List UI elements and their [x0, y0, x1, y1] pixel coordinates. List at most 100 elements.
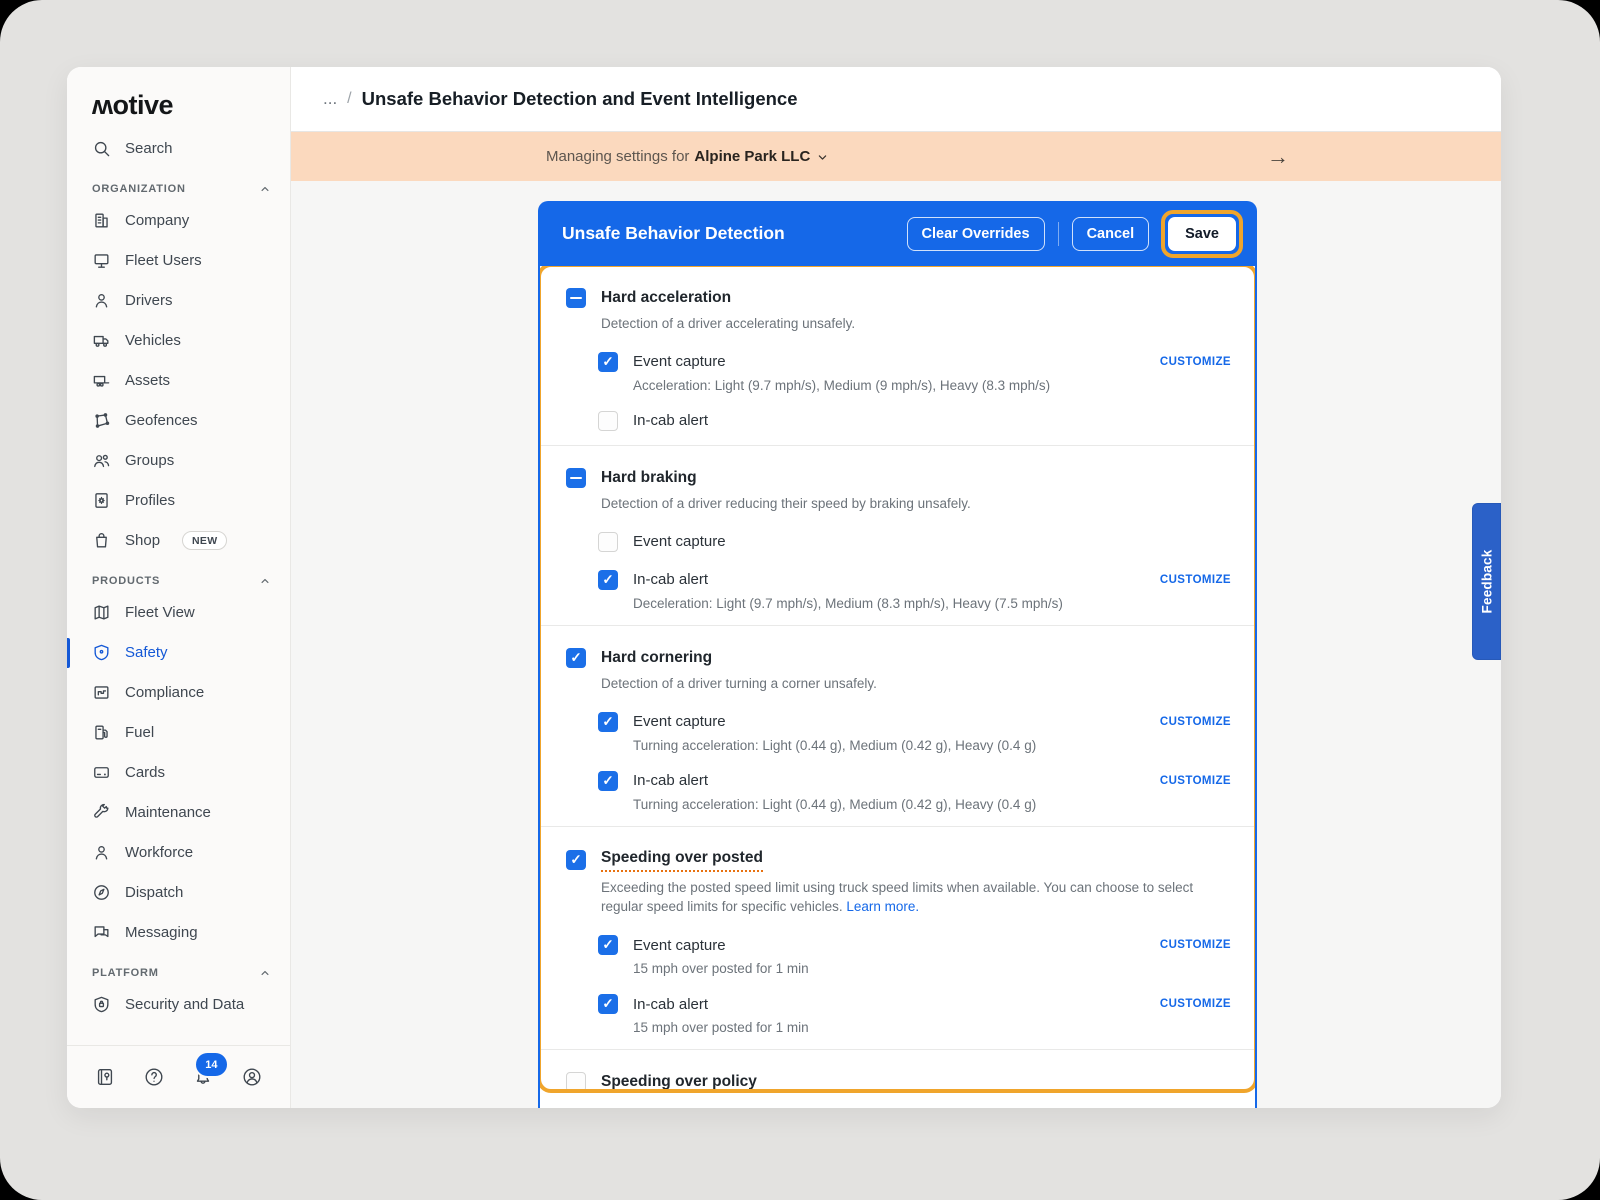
sidebar-item-geofences[interactable]: Geofences	[67, 401, 290, 441]
item-detail: 15 mph over posted for 1 min	[633, 961, 1231, 976]
item-label: In-cab alert	[633, 412, 708, 429]
section-title: Hard acceleration	[601, 289, 731, 307]
clear-overrides-button[interactable]: Clear Overrides	[907, 217, 1045, 251]
section-header-label: PRODUCTS	[92, 575, 160, 587]
setting-section-hard-braking: Hard braking Detection of a driver reduci…	[540, 446, 1255, 626]
learn-more-link[interactable]: Learn more.	[846, 899, 919, 914]
section-description: Exceeding the posted speed limit using t…	[601, 878, 1223, 918]
setting-item-in-cab-alert: In-cab alertCUSTOMIZEDeceleration: Light…	[598, 570, 1231, 611]
feedback-tab[interactable]: Feedback	[1472, 503, 1501, 660]
sidebar-item-label: Messaging	[125, 924, 198, 941]
panel-body: Hard acceleration Detection of a driver a…	[538, 266, 1257, 1108]
checkbox-checked[interactable]	[598, 570, 618, 590]
checkbox-unchecked[interactable]	[566, 1072, 586, 1092]
sidebar-section-products[interactable]: PRODUCTS	[67, 561, 290, 593]
sidebar-item-compliance[interactable]: Compliance	[67, 673, 290, 713]
new-badge: NEW	[182, 531, 227, 550]
checkbox-unchecked[interactable]	[598, 411, 618, 431]
sidebar-item-fleet-users[interactable]: Fleet Users	[67, 241, 290, 281]
sidebar-item-label: Assets	[125, 372, 170, 389]
settings-sections: Hard acceleration Detection of a driver a…	[540, 266, 1255, 1106]
app-window: ʍotive Search ORGANIZATIONCompanyFleet U…	[67, 67, 1501, 1108]
sidebar-item-safety[interactable]: Safety	[67, 633, 290, 673]
item-label: Event capture	[633, 937, 726, 954]
section-description: Detection of a driver accelerating unsaf…	[601, 314, 1223, 334]
footer-account-button[interactable]	[239, 1064, 265, 1090]
settings-content: Unsafe Behavior Detection Clear Override…	[291, 181, 1501, 1108]
sidebar-item-company[interactable]: Company	[67, 201, 290, 241]
sidebar-item-label: Company	[125, 212, 189, 229]
customize-link[interactable]: CUSTOMIZE	[1160, 939, 1231, 951]
setting-section-speeding-over-posted: Speeding over postedExceeding the posted…	[540, 827, 1255, 1051]
cancel-button[interactable]: Cancel	[1072, 217, 1150, 251]
sidebar-item-workforce[interactable]: Workforce	[67, 833, 290, 873]
sidebar-item-security-and-data[interactable]: Security and Data	[67, 985, 290, 1025]
breadcrumb-ellipsis[interactable]: ...	[323, 89, 337, 109]
footer-bell-button[interactable]: 14	[190, 1064, 216, 1090]
section-title: Hard cornering	[601, 649, 712, 667]
checkbox-checked[interactable]	[566, 850, 586, 870]
sidebar-item-fuel[interactable]: Fuel	[67, 713, 290, 753]
banner-company-selector[interactable]: Managing settings for Alpine Park LLC	[546, 132, 830, 181]
sidebar-item-dispatch[interactable]: Dispatch	[67, 873, 290, 913]
sidebar-item-maintenance[interactable]: Maintenance	[67, 793, 290, 833]
truck-icon	[92, 331, 111, 350]
person-icon	[92, 291, 111, 310]
sidebar-item-label: Profiles	[125, 492, 175, 509]
setting-section-hard-cornering: Hard corneringDetection of a driver turn…	[540, 626, 1255, 827]
page-title: Unsafe Behavior Detection and Event Inte…	[362, 88, 798, 110]
shield-icon	[92, 643, 111, 662]
setting-section-hard-acceleration: Hard acceleration Detection of a driver a…	[540, 266, 1255, 446]
sidebar-item-assets[interactable]: Assets	[67, 361, 290, 401]
sidebar-item-fleet-view[interactable]: Fleet View	[67, 593, 290, 633]
checkbox-checked[interactable]	[598, 712, 618, 732]
sidebar-item-messaging[interactable]: Messaging	[67, 913, 290, 953]
sidebar-item-label: Fleet Users	[125, 252, 202, 269]
checkbox-unchecked[interactable]	[598, 532, 618, 552]
breadcrumb-separator: /	[347, 90, 351, 108]
sidebar-item-profiles[interactable]: Profiles	[67, 481, 290, 521]
sidebar-item-drivers[interactable]: Drivers	[67, 281, 290, 321]
person-icon	[92, 843, 111, 862]
checkbox-checked[interactable]	[598, 935, 618, 955]
checkbox-checked[interactable]	[598, 771, 618, 791]
account-icon	[241, 1066, 263, 1088]
footer-help-button[interactable]	[141, 1064, 167, 1090]
setting-item-in-cab-alert: In-cab alertCUSTOMIZETurning acceleratio…	[598, 771, 1231, 812]
item-label: In-cab alert	[633, 772, 708, 789]
map-icon	[92, 603, 111, 622]
item-detail: 15 mph over posted for 1 min	[633, 1020, 1231, 1035]
customize-link[interactable]: CUSTOMIZE	[1160, 716, 1231, 728]
sidebar-section-platform[interactable]: PLATFORM	[67, 953, 290, 985]
sidebar-section-organization[interactable]: ORGANIZATION	[67, 169, 290, 201]
checkbox-checked[interactable]	[566, 648, 586, 668]
sidebar-item-shop[interactable]: ShopNEW	[67, 521, 290, 561]
help-icon	[143, 1066, 165, 1088]
sidebar-item-label: Cards	[125, 764, 165, 781]
search-icon	[92, 139, 111, 158]
banner-arrow-button[interactable]: →	[1267, 132, 1289, 181]
section-title: Hard braking	[601, 469, 697, 487]
checkbox-indeterminate[interactable]	[566, 468, 586, 488]
item-label: In-cab alert	[633, 996, 708, 1013]
sidebar-item-cards[interactable]: Cards	[67, 753, 290, 793]
sidebar-item-search[interactable]: Search	[67, 129, 290, 169]
sidebar-item-vehicles[interactable]: Vehicles	[67, 321, 290, 361]
customize-link[interactable]: CUSTOMIZE	[1160, 775, 1231, 787]
customize-link[interactable]: CUSTOMIZE	[1160, 356, 1231, 368]
setting-item-in-cab-alert: In-cab alert CUSTOMIZE 15 mph over posted …	[598, 994, 1231, 1035]
wrench-icon	[92, 803, 111, 822]
sidebar-item-groups[interactable]: Groups	[67, 441, 290, 481]
save-button[interactable]: Save	[1168, 217, 1236, 251]
dispatch-icon	[92, 883, 111, 902]
sidebar-item-label: Search	[125, 140, 173, 157]
customize-link[interactable]: CUSTOMIZE	[1160, 998, 1231, 1010]
item-detail: Acceleration: Light (9.7 mph/s), Medium …	[633, 378, 1231, 393]
checkbox-indeterminate[interactable]	[566, 288, 586, 308]
section-description: Detection of a driver reducing their spe…	[601, 494, 1223, 514]
customize-link[interactable]: CUSTOMIZE	[1160, 574, 1231, 586]
footer-guide-button[interactable]	[92, 1064, 118, 1090]
checkbox-checked[interactable]	[598, 352, 618, 372]
checkbox-checked[interactable]	[598, 994, 618, 1014]
sidebar-footer: 14	[67, 1045, 290, 1108]
